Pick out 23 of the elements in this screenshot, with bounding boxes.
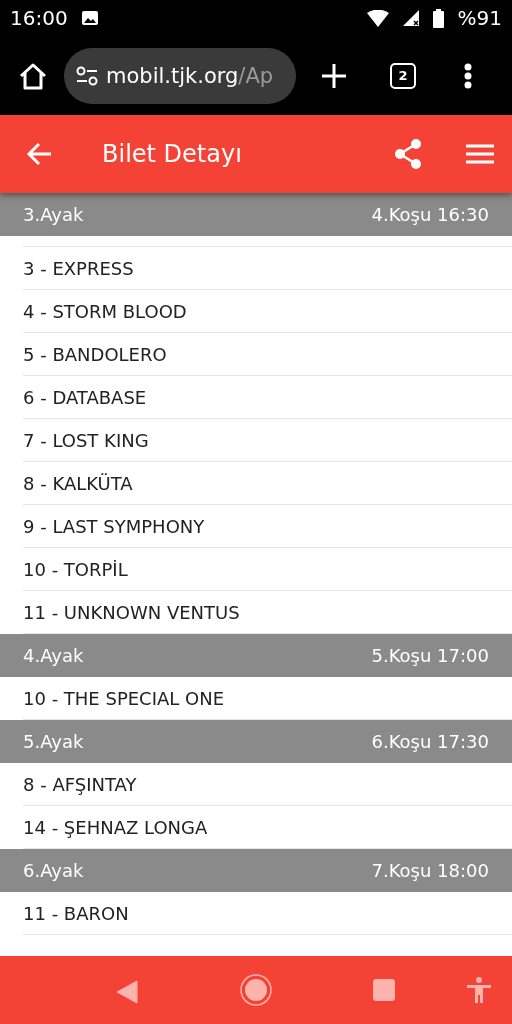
leg-label: 3.Ayak [23, 204, 84, 225]
tab-count[interactable]: 2 [390, 62, 416, 89]
horse-row: 9 - LAST SYMPHONY [23, 505, 512, 548]
battery-percentage: %91 [457, 6, 502, 30]
horse-row: 8 - KALKÜTA [23, 462, 512, 505]
horse-row: 3 - EXPRESS [23, 247, 512, 290]
horse-row: 8 - AFŞINTAY [23, 763, 512, 806]
leg-label: 5.Ayak [23, 731, 84, 752]
horse-row: 4 - STORM BLOOD [23, 290, 512, 333]
race-time: 7.Koşu 18:00 [371, 860, 489, 881]
race-time: 6.Koşu 17:30 [371, 731, 489, 752]
page-title: Bilet Detayı [102, 140, 243, 168]
leg-label: 6.Ayak [23, 860, 84, 881]
url-field[interactable]: mobil.tjk.org/Ap [64, 47, 296, 104]
horse-row: 11 - BARON [23, 892, 512, 935]
horse-row: 6 - DATABASE [23, 376, 512, 419]
horse-row: 7 - LOST KING [23, 419, 512, 462]
horse-row: 5 - BANDOLERO [23, 333, 512, 376]
horse-row: 10 - TORPİL [23, 548, 512, 591]
clock: 16:00 [10, 6, 68, 30]
race-time: 5.Koşu 17:00 [371, 645, 489, 666]
race-time: 4.Koşu 16:30 [371, 204, 489, 225]
leg-label: 4.Ayak [23, 645, 84, 666]
